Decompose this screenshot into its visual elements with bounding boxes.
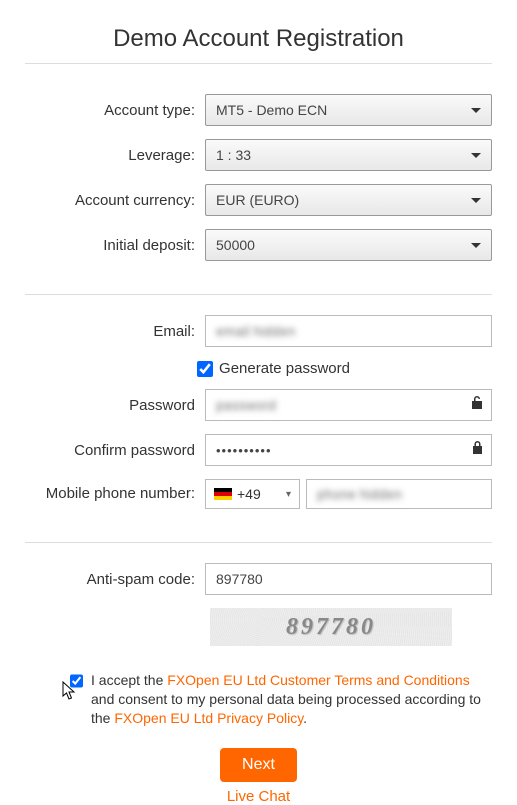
captcha-image: 897780 bbox=[210, 608, 452, 646]
next-button[interactable]: Next bbox=[220, 748, 297, 782]
account-section: Account type: MT5 - Demo ECN Leverage: 1… bbox=[25, 94, 492, 295]
chevron-down-icon: ▾ bbox=[286, 489, 291, 500]
generate-password-label: Generate password bbox=[219, 360, 350, 377]
leverage-select[interactable]: 1 : 33 bbox=[205, 139, 492, 171]
phone-label: Mobile phone number: bbox=[25, 485, 205, 503]
consent-text: I accept the FXOpen EU Ltd Customer Term… bbox=[91, 671, 492, 728]
phone-prefix-select[interactable]: +49 ▾ bbox=[205, 479, 300, 509]
chevron-down-icon bbox=[471, 198, 481, 203]
account-type-label: Account type: bbox=[25, 102, 205, 119]
live-chat-link[interactable]: Live Chat bbox=[227, 788, 290, 805]
currency-select[interactable]: EUR (EURO) bbox=[205, 184, 492, 216]
email-field[interactable]: email hidden bbox=[205, 315, 492, 347]
phone-prefix-value: +49 bbox=[237, 486, 261, 502]
anti-spam-label: Anti-spam code: bbox=[25, 571, 205, 588]
email-label: Email: bbox=[25, 323, 205, 340]
consent-row: I accept the FXOpen EU Ltd Customer Term… bbox=[70, 671, 492, 728]
germany-flag-icon bbox=[214, 488, 232, 500]
chevron-down-icon bbox=[471, 153, 481, 158]
leverage-label: Leverage: bbox=[25, 147, 205, 164]
confirm-password-field[interactable]: •••••••••• bbox=[205, 434, 492, 466]
terms-link[interactable]: FXOpen EU Ltd Customer Terms and Conditi… bbox=[167, 672, 469, 688]
deposit-label: Initial deposit: bbox=[25, 237, 205, 254]
deposit-select[interactable]: 50000 bbox=[205, 229, 492, 261]
currency-value: EUR (EURO) bbox=[216, 192, 299, 208]
generate-password-checkbox[interactable] bbox=[197, 361, 213, 377]
chevron-down-icon bbox=[471, 108, 481, 113]
deposit-value: 50000 bbox=[216, 237, 255, 253]
phone-field[interactable]: phone hidden bbox=[306, 479, 492, 509]
leverage-value: 1 : 33 bbox=[216, 147, 251, 163]
currency-label: Account currency: bbox=[25, 192, 205, 209]
password-field[interactable]: password bbox=[205, 389, 492, 421]
account-type-value: MT5 - Demo ECN bbox=[216, 102, 327, 118]
consent-checkbox[interactable] bbox=[70, 673, 83, 689]
chevron-down-icon bbox=[471, 243, 481, 248]
captcha-section: Anti-spam code: 897780 bbox=[25, 563, 492, 646]
privacy-link[interactable]: FXOpen EU Ltd Privacy Policy bbox=[114, 710, 303, 726]
password-label: Password bbox=[25, 397, 205, 414]
captcha-input[interactable] bbox=[205, 563, 492, 595]
page-title: Demo Account Registration bbox=[25, 0, 492, 64]
credentials-section: Email: email hidden Generate password Pa… bbox=[25, 315, 492, 543]
account-type-select[interactable]: MT5 - Demo ECN bbox=[205, 94, 492, 126]
confirm-password-label: Confirm password bbox=[25, 442, 205, 459]
